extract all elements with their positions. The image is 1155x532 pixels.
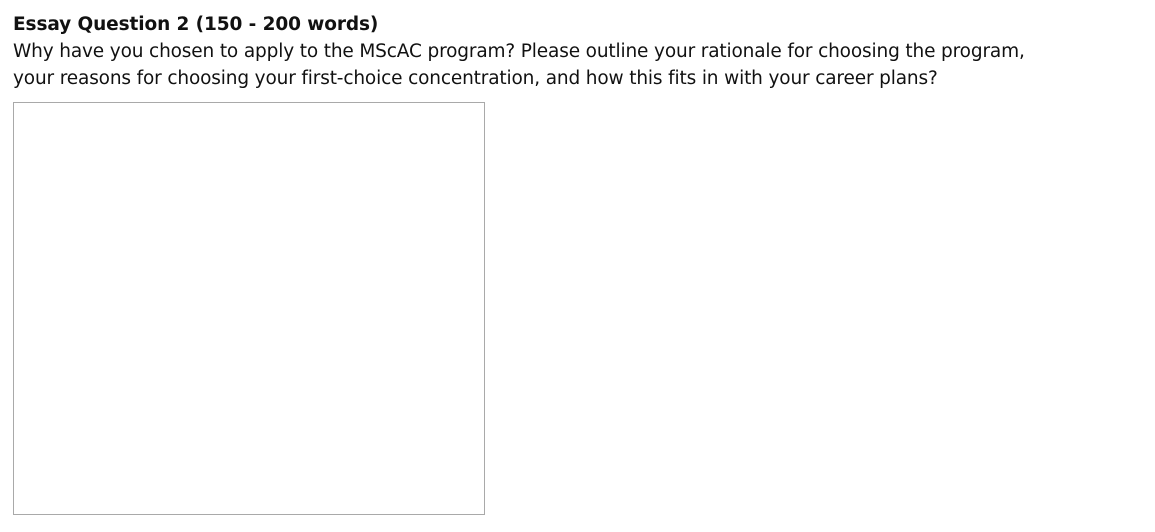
- essay-question-block: Essay Question 2 (150 - 200 words) Why h…: [13, 12, 1133, 92]
- essay-question-prompt: Why have you chosen to apply to the MScA…: [13, 41, 1025, 89]
- essay-answer-textarea[interactable]: [13, 102, 485, 515]
- essay-question-title: Essay Question 2 (150 - 200 words): [13, 14, 379, 35]
